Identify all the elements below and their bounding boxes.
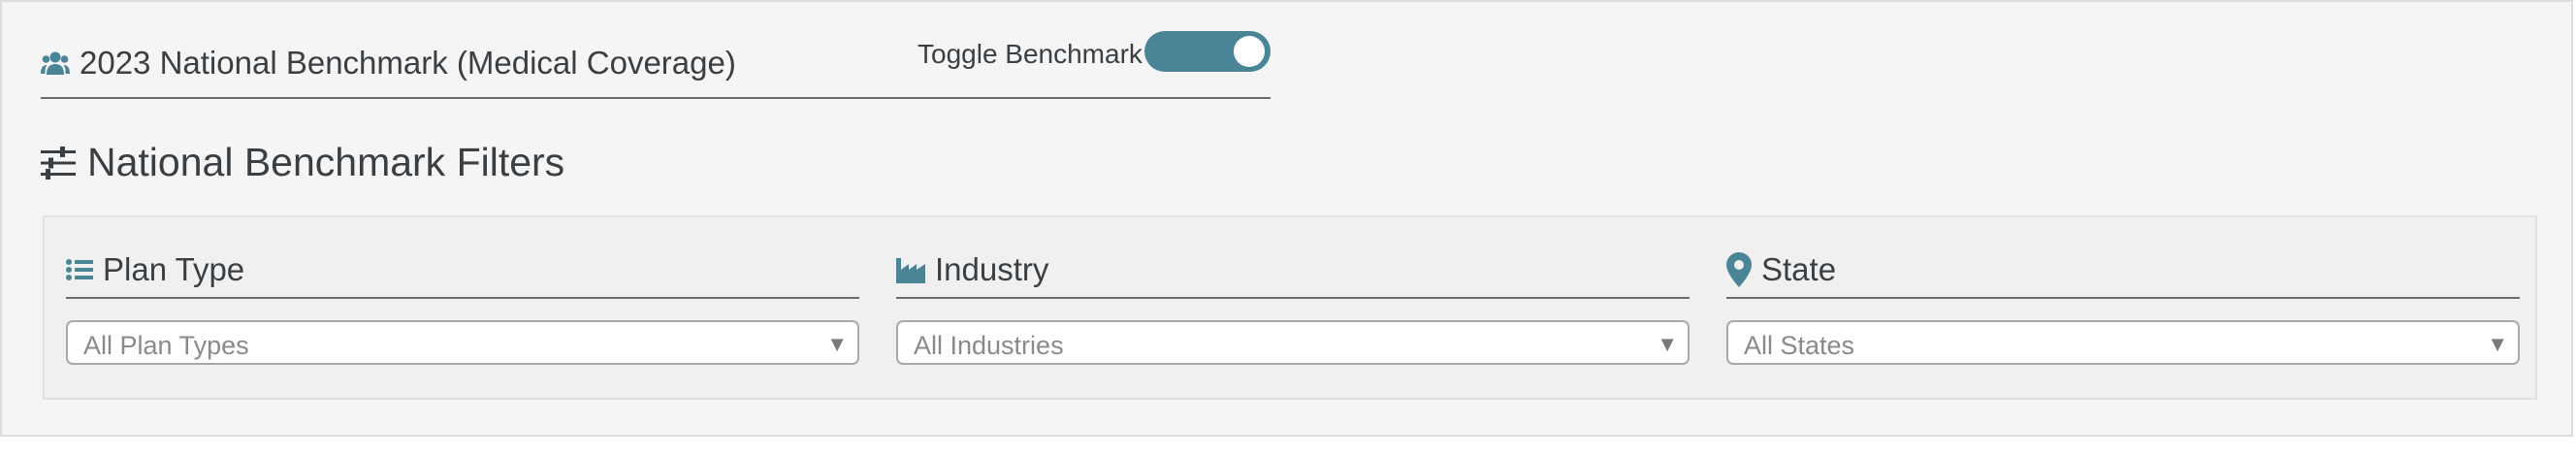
map-marker-icon — [1726, 252, 1752, 287]
benchmark-title-group: 2023 National Benchmark (Medical Coverag… — [41, 45, 736, 82]
filter-plan-type-label: Plan Type — [103, 251, 245, 287]
chevron-down-icon: ▼ — [2487, 332, 2508, 356]
filter-plan-type: Plan Type All Plan Types ▼ — [66, 243, 859, 365]
state-selected-value: All States — [1744, 331, 1855, 360]
filter-plan-type-header: Plan Type — [66, 243, 859, 299]
chevron-down-icon: ▼ — [826, 332, 848, 356]
filters-title: National Benchmark Filters — [87, 140, 565, 184]
toggle-benchmark-label: Toggle Benchmark — [918, 39, 1143, 69]
benchmark-header: 2023 National Benchmark (Medical Coverag… — [41, 31, 1271, 99]
plan-type-select[interactable]: All Plan Types ▼ — [66, 320, 859, 365]
benchmark-title: 2023 National Benchmark (Medical Coverag… — [80, 45, 736, 81]
filter-state: State All States ▼ — [1726, 243, 2520, 365]
state-select[interactable]: All States ▼ — [1726, 320, 2520, 365]
chevron-down-icon: ▼ — [1657, 332, 1678, 356]
users-icon — [41, 50, 70, 76]
filter-industry-label: Industry — [935, 251, 1049, 287]
filters-heading: National Benchmark Filters — [41, 140, 564, 185]
industry-select[interactable]: All Industries ▼ — [896, 320, 1690, 365]
filter-industry: Industry All Industries ▼ — [896, 243, 1690, 365]
sliders-icon — [41, 146, 76, 180]
benchmark-panel: 2023 National Benchmark (Medical Coverag… — [0, 0, 2573, 437]
filter-state-header: State — [1726, 243, 2520, 299]
industry-selected-value: All Industries — [914, 331, 1064, 360]
plan-type-selected-value: All Plan Types — [83, 331, 249, 360]
industry-icon — [896, 256, 925, 283]
filter-state-label: State — [1761, 251, 1837, 287]
toggle-knob — [1234, 36, 1265, 67]
filter-industry-header: Industry — [896, 243, 1690, 299]
filters-box: Plan Type All Plan Types ▼ Industry All … — [43, 215, 2537, 400]
list-icon — [66, 258, 93, 281]
toggle-benchmark-switch[interactable] — [1144, 31, 1271, 72]
